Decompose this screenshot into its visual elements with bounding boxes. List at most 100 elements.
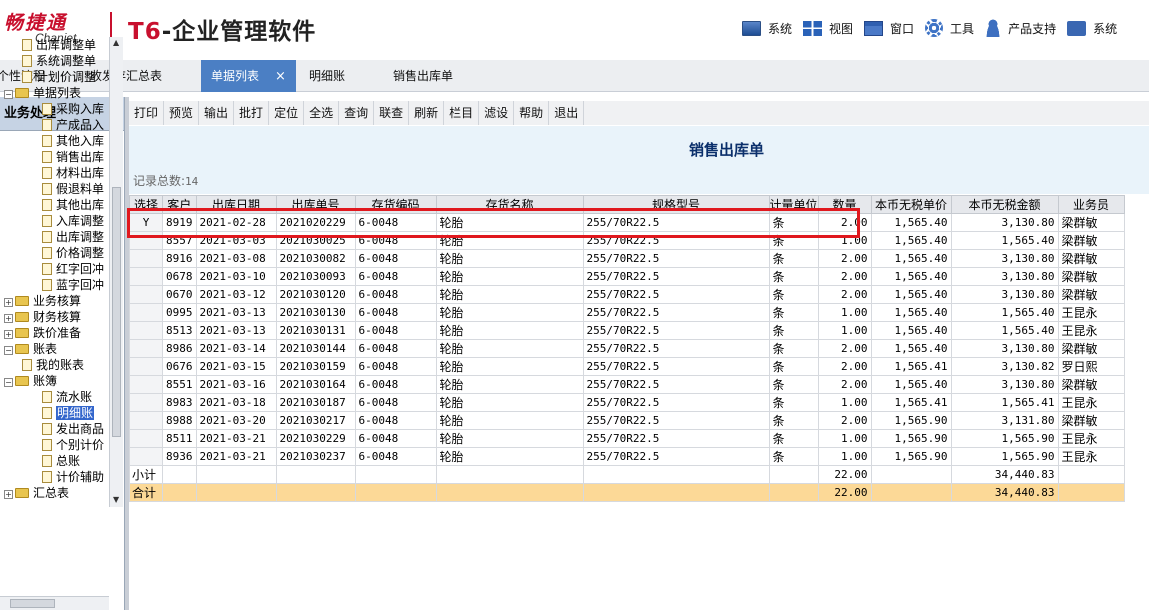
table-cell: 2021030159: [275, 357, 356, 376]
select-cell[interactable]: [129, 249, 163, 268]
scroll-down-icon[interactable]: ▼: [113, 495, 119, 504]
table-row[interactable]: 0678 2021-03-10 2021030093 6-0048 轮胎 255/70R2…: [129, 267, 1125, 286]
menu-tools[interactable]: 工具: [925, 16, 974, 40]
tab-sales-outbound[interactable]: 销售出库单: [393, 60, 453, 92]
tree-item[interactable]: − 账簿: [0, 373, 109, 389]
toolbar-button[interactable]: 输出: [199, 101, 235, 125]
table-row[interactable]: 0676 2021-03-15 2021030159 6-0048 轮胎 255/70R2…: [129, 357, 1125, 376]
tree-item[interactable]: 入库调整: [0, 213, 109, 229]
select-cell[interactable]: [129, 357, 163, 376]
tree-item[interactable]: 蓝字回冲: [0, 277, 109, 293]
tree-item[interactable]: − 单据列表: [0, 85, 109, 101]
tree-item[interactable]: 采购入库: [0, 101, 109, 117]
tree-item[interactable]: 假退料单: [0, 181, 109, 197]
toolbar-button[interactable]: 查询: [339, 101, 375, 125]
toolbar-button[interactable]: 打印: [129, 101, 165, 125]
table-row[interactable]: 8916 2021-03-08 2021030082 6-0048 轮胎 255/70R2…: [129, 249, 1125, 268]
toolbar-button[interactable]: 联查: [374, 101, 410, 125]
table-row[interactable]: 8983 2021-03-18 2021030187 6-0048 轮胎 255/70R2…: [129, 393, 1125, 412]
tree-item[interactable]: 其他入库: [0, 133, 109, 149]
tree-item[interactable]: − 账表: [0, 341, 109, 357]
table-row[interactable]: 8511 2021-03-21 2021030229 6-0048 轮胎 255/70R2…: [129, 429, 1125, 448]
table-cell: 王昆永: [1057, 429, 1125, 448]
tree-item[interactable]: 红字回冲: [0, 261, 109, 277]
tree-item[interactable]: 其他出库: [0, 197, 109, 213]
toolbar-button[interactable]: 栏目: [444, 101, 480, 125]
tree-item[interactable]: 个别计价: [0, 437, 109, 453]
tree-item[interactable]: + 业务核算: [0, 293, 109, 309]
tree-item[interactable]: 产成品入: [0, 117, 109, 133]
column-header[interactable]: 业务员: [1057, 195, 1125, 214]
tab-detail-ledger[interactable]: 明细账: [309, 60, 345, 92]
select-cell[interactable]: [129, 411, 163, 430]
tree-item[interactable]: 总账: [0, 453, 109, 469]
select-cell[interactable]: [129, 267, 163, 286]
table-row[interactable]: 0995 2021-03-13 2021030130 6-0048 轮胎 255/70R2…: [129, 303, 1125, 322]
table-cell: 3,130.80: [950, 285, 1059, 304]
column-header[interactable]: 本币无税金额: [950, 195, 1059, 214]
scroll-up-icon[interactable]: ▲: [113, 38, 119, 47]
collapse-icon[interactable]: −: [4, 90, 13, 99]
select-cell[interactable]: [129, 375, 163, 394]
select-cell[interactable]: [129, 393, 163, 412]
tree-item[interactable]: 我的账表: [0, 357, 109, 373]
table-row[interactable]: 8986 2021-03-14 2021030144 6-0048 轮胎 255/70R2…: [129, 339, 1125, 358]
tree-item[interactable]: 流水账: [0, 389, 109, 405]
table-cell: 6-0048: [354, 285, 437, 304]
table-cell: 2021030187: [275, 393, 356, 412]
tree-item[interactable]: + 财务核算: [0, 309, 109, 325]
tree-item[interactable]: 出库调整: [0, 229, 109, 245]
scroll-thumb[interactable]: [10, 599, 55, 608]
select-cell[interactable]: [129, 339, 163, 358]
tree-item[interactable]: 系统调整单: [0, 53, 109, 69]
toolbar-button[interactable]: 滤设: [479, 101, 515, 125]
collapse-icon[interactable]: −: [4, 378, 13, 387]
collapse-icon[interactable]: −: [4, 346, 13, 355]
toolbar-button[interactable]: 预览: [164, 101, 200, 125]
tree-vertical-scrollbar[interactable]: ▲ ▼: [109, 37, 123, 507]
table-cell: 1,565.41: [870, 393, 952, 412]
toolbar-button[interactable]: 帮助: [514, 101, 550, 125]
tree-item[interactable]: 出库调整单: [0, 37, 109, 53]
select-cell[interactable]: [129, 447, 163, 466]
toolbar-button[interactable]: 全选: [304, 101, 340, 125]
menu-window[interactable]: 窗口: [864, 16, 914, 40]
select-cell[interactable]: [129, 303, 163, 322]
scroll-thumb[interactable]: [112, 187, 121, 437]
menu-system-2[interactable]: 系统: [1067, 16, 1117, 40]
tree-item[interactable]: 材料出库: [0, 165, 109, 181]
menu-system[interactable]: 系统: [742, 16, 792, 40]
table-row[interactable]: 8988 2021-03-20 2021030217 6-0048 轮胎 255/70R2…: [129, 411, 1125, 430]
tree-item[interactable]: + 汇总表: [0, 485, 109, 501]
close-icon[interactable]: ×: [275, 69, 286, 84]
table-cell: 8551: [162, 375, 197, 394]
tree-item[interactable]: 销售出库: [0, 149, 109, 165]
toolbar-button[interactable]: 定位: [269, 101, 305, 125]
select-cell[interactable]: [129, 321, 163, 340]
tree-item[interactable]: 明细账: [0, 405, 109, 421]
menu-product-support[interactable]: 产品支持: [985, 16, 1056, 40]
tree-item[interactable]: 发出商品: [0, 421, 109, 437]
tree-horizontal-scrollbar[interactable]: [0, 596, 109, 610]
tree-item[interactable]: 计价辅助: [0, 469, 109, 485]
tree-item[interactable]: + 跌价准备: [0, 325, 109, 341]
expand-icon[interactable]: +: [4, 314, 13, 323]
table-cell: 1,565.40: [950, 303, 1059, 322]
tab-document-list[interactable]: 单据列表 ×: [201, 60, 296, 92]
column-header[interactable]: 本币无税单价: [870, 195, 952, 214]
tree-item[interactable]: 计划价调整: [0, 69, 109, 85]
toolbar-button[interactable]: 退出: [549, 101, 585, 125]
table-row[interactable]: 8551 2021-03-16 2021030164 6-0048 轮胎 255/70R2…: [129, 375, 1125, 394]
expand-icon[interactable]: +: [4, 330, 13, 339]
select-cell[interactable]: [129, 429, 163, 448]
toolbar-button[interactable]: 刷新: [409, 101, 445, 125]
table-row[interactable]: 8513 2021-03-13 2021030131 6-0048 轮胎 255/70R2…: [129, 321, 1125, 340]
table-row[interactable]: 0670 2021-03-12 2021030120 6-0048 轮胎 255/70R2…: [129, 285, 1125, 304]
tree-item[interactable]: 价格调整: [0, 245, 109, 261]
expand-icon[interactable]: +: [4, 490, 13, 499]
expand-icon[interactable]: +: [4, 298, 13, 307]
toolbar-button[interactable]: 批打: [234, 101, 270, 125]
table-row[interactable]: 8936 2021-03-21 2021030237 6-0048 轮胎 255/70R2…: [129, 447, 1125, 466]
select-cell[interactable]: [129, 285, 163, 304]
menu-view[interactable]: 视图: [803, 16, 853, 40]
